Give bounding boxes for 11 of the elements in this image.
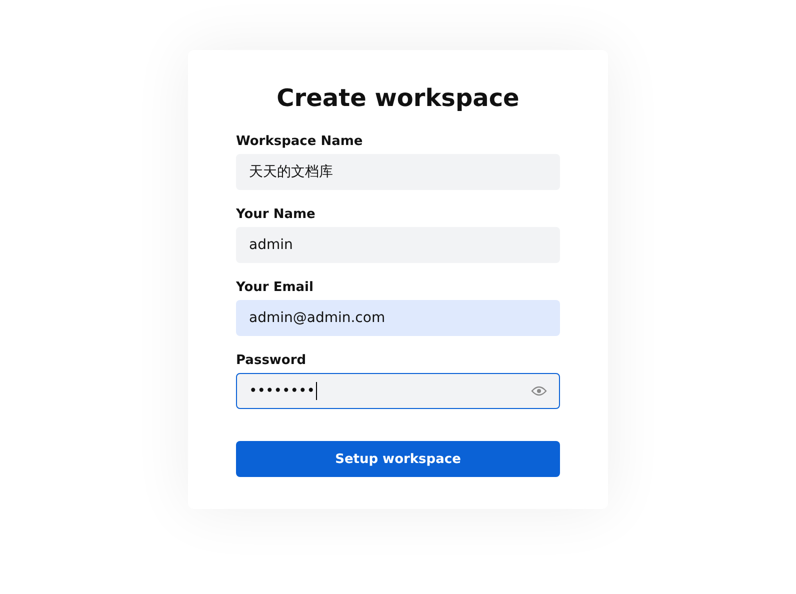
setup-button[interactable]: Setup workspace	[236, 441, 560, 477]
form-title: Create workspace	[276, 84, 520, 112]
input-field[interactable]: 天天的文档库	[236, 154, 560, 190]
eye-icon[interactable]	[531, 385, 547, 397]
field-label: Your Email	[236, 280, 314, 295]
field-label: Workspace Name	[236, 134, 364, 149]
input-field[interactable]: ••••••••	[236, 373, 560, 409]
field-label: Password	[236, 353, 308, 368]
field-label: Your Name	[236, 207, 316, 222]
input-field[interactable]: admin	[236, 227, 560, 263]
input-field[interactable]: admin@admin.com	[236, 300, 560, 336]
